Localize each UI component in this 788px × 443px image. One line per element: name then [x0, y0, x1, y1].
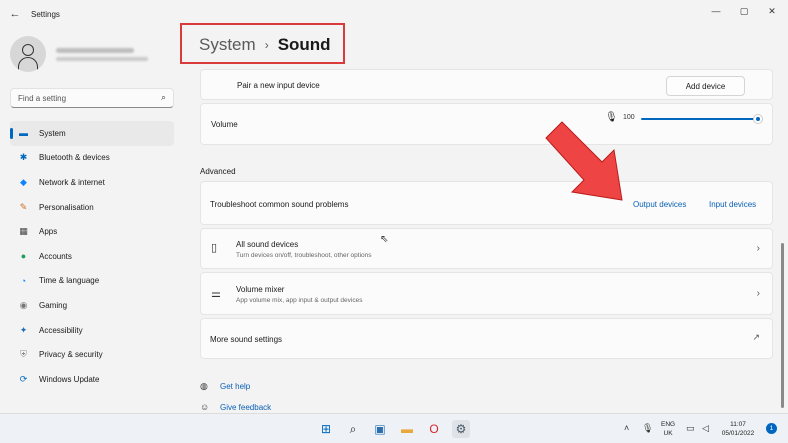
- sidebar-item-personalisation[interactable]: ✎ Personalisation: [10, 195, 174, 220]
- apps-icon: ▦: [19, 226, 28, 237]
- taskbar: ⊞ ⌕ ▣ ▬ O ⚙ ˄ 🎙 ENG UK ▭ ◁ 11:07 05/01/2…: [0, 413, 788, 443]
- speaker-device-icon: ▯: [211, 242, 218, 254]
- sidebar-item-label: Accounts: [39, 251, 72, 261]
- volume-label: Volume: [211, 120, 238, 129]
- troubleshoot-card: Troubleshoot common sound problems Outpu…: [200, 181, 773, 225]
- network-icon[interactable]: ▭: [686, 423, 695, 434]
- chevron-right-icon: ›: [756, 288, 760, 299]
- accounts-icon: ●: [20, 251, 27, 262]
- volume-slider-track[interactable]: [641, 118, 756, 120]
- sidebar-item-privacy[interactable]: ⛨ Privacy & security: [10, 342, 174, 367]
- gamepad-icon: ◉: [19, 299, 28, 310]
- language-indicator[interactable]: ENG UK: [661, 420, 675, 438]
- add-device-button[interactable]: Add device: [666, 76, 745, 96]
- mouse-cursor-icon: ⇖: [380, 234, 389, 245]
- mixer-sliders-icon: ⚌: [211, 288, 221, 300]
- search-box[interactable]: ⌕: [10, 88, 174, 108]
- red-highlight-box: [180, 23, 345, 64]
- sidebar-item-label: Bluetooth & devices: [39, 153, 110, 163]
- pair-input-device-card: Pair a new input device Add device: [200, 69, 773, 100]
- clock-time: 11:07: [730, 421, 746, 428]
- sidebar-item-label: Network & internet: [39, 177, 105, 187]
- keyboard-region: UK: [663, 430, 673, 437]
- speaker-icon[interactable]: ◁: [702, 423, 709, 434]
- sidebar-item-network[interactable]: ◆ Network & internet: [10, 170, 174, 195]
- volume-mixer-card[interactable]: ⚌ Volume mixer App volume mix, app input…: [200, 272, 773, 315]
- scrollbar[interactable]: [781, 243, 784, 408]
- sidebar-item-accessibility[interactable]: ✦ Accessibility: [10, 318, 174, 343]
- sidebar-nav: ▬ System ✱ Bluetooth & devices ◆ Network…: [10, 121, 174, 392]
- photos-app-icon[interactable]: ▣: [371, 420, 389, 438]
- accessibility-icon: ✦: [19, 324, 28, 335]
- language-code: ENG: [661, 421, 676, 428]
- external-link-icon: ↗: [752, 332, 760, 342]
- avatar: [10, 36, 46, 72]
- give-feedback-row[interactable]: ☺ Give feedback: [200, 402, 271, 412]
- sidebar-item-apps[interactable]: ▦ Apps: [10, 219, 174, 244]
- minimize-icon[interactable]: —: [707, 4, 725, 18]
- pair-input-device-label: Pair a new input device: [237, 81, 320, 90]
- output-devices-link[interactable]: Output devices: [633, 200, 686, 209]
- chevron-right-icon: ›: [756, 243, 760, 254]
- give-feedback-link[interactable]: Give feedback: [220, 403, 271, 412]
- update-icon: ⟳: [19, 373, 28, 384]
- sidebar-item-gaming[interactable]: ◉ Gaming: [10, 293, 174, 318]
- settings-gear-icon[interactable]: ⚙: [452, 420, 470, 438]
- user-profile[interactable]: [10, 36, 148, 72]
- volume-mixer-title: Volume mixer: [236, 285, 285, 294]
- app-title: Settings: [31, 10, 60, 19]
- file-explorer-icon[interactable]: ▬: [398, 420, 416, 438]
- notification-badge[interactable]: 1: [766, 423, 777, 434]
- troubleshoot-label: Troubleshoot common sound problems: [210, 200, 349, 209]
- more-sound-settings-label: More sound settings: [210, 335, 283, 344]
- microphone-tray-icon[interactable]: 🎙: [642, 423, 653, 434]
- back-arrow-icon[interactable]: ←: [8, 7, 22, 21]
- close-icon[interactable]: ✕: [763, 4, 781, 18]
- red-arrow-annotation: [545, 121, 623, 201]
- system-icon: ▬: [19, 128, 28, 139]
- search-icon[interactable]: ⌕: [344, 420, 362, 438]
- clock-globe-icon: ◔: [20, 275, 27, 286]
- windows-start-icon[interactable]: ⊞: [317, 420, 335, 438]
- sidebar-item-system[interactable]: ▬ System: [10, 121, 174, 146]
- opera-browser-icon[interactable]: O: [425, 420, 443, 438]
- sidebar-item-windows-update[interactable]: ⟳ Windows Update: [10, 367, 174, 392]
- search-input[interactable]: [11, 89, 151, 107]
- all-sound-devices-subtitle: Turn devices on/off, troubleshoot, other…: [236, 252, 372, 259]
- sidebar-item-accounts[interactable]: ● Accounts: [10, 244, 174, 269]
- volume-mixer-subtitle: App volume mix, app input & output devic…: [236, 297, 363, 304]
- sidebar-item-label: Gaming: [39, 300, 68, 310]
- input-volume-card: Volume 🎙 100: [200, 103, 773, 145]
- maximize-icon[interactable]: ▢: [735, 4, 753, 18]
- sidebar-item-label: Accessibility: [39, 325, 83, 335]
- sidebar-item-label: Windows Update: [39, 374, 100, 384]
- sidebar-item-label: System: [39, 128, 66, 138]
- wifi-icon: ◆: [20, 176, 27, 187]
- more-sound-settings-card[interactable]: More sound settings ↗: [200, 318, 773, 359]
- bluetooth-icon: ✱: [19, 152, 28, 163]
- input-devices-link[interactable]: Input devices: [709, 200, 756, 209]
- sidebar-item-label: Time & language: [39, 276, 100, 286]
- sidebar-item-bluetooth[interactable]: ✱ Bluetooth & devices: [10, 146, 174, 171]
- advanced-section-title: Advanced: [200, 167, 236, 176]
- all-sound-devices-card[interactable]: ▯ All sound devices Turn devices on/off,…: [200, 228, 773, 269]
- get-help-link[interactable]: Get help: [220, 382, 250, 391]
- sidebar-item-label: Personalisation: [39, 202, 94, 212]
- sidebar-item-label: Apps: [39, 227, 58, 237]
- help-icon: ◍: [200, 381, 208, 391]
- sidebar-item-label: Privacy & security: [39, 350, 103, 360]
- sidebar-item-time-language[interactable]: ◔ Time & language: [10, 269, 174, 294]
- feedback-icon: ☺: [200, 402, 210, 412]
- get-help-row[interactable]: ◍ Get help: [200, 381, 250, 392]
- volume-slider-thumb[interactable]: [753, 114, 763, 124]
- search-icon[interactable]: ⌕: [161, 92, 166, 103]
- shield-icon: ⛨: [20, 349, 27, 360]
- all-sound-devices-title: All sound devices: [236, 240, 299, 249]
- clock[interactable]: 11:07 05/01/2022: [717, 420, 759, 438]
- chevron-up-icon[interactable]: ˄: [624, 423, 629, 433]
- blurred-account-info: [56, 47, 148, 61]
- brush-icon: ✎: [19, 201, 28, 212]
- clock-date: 05/01/2022: [721, 430, 755, 437]
- title-bar: ← Settings — ▢ ✕: [0, 0, 788, 30]
